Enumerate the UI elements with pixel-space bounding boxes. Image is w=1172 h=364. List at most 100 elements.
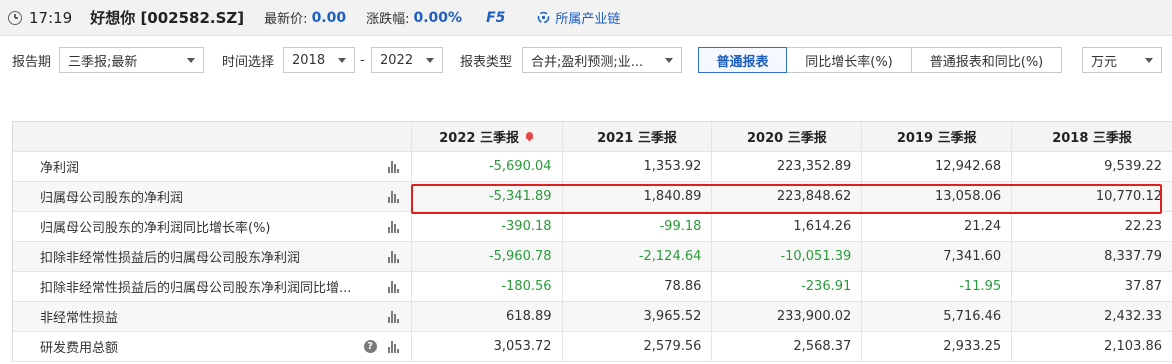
row-label: 净利润 [40,161,80,176]
latest-price-value: 0.00 [311,9,347,26]
unit-select[interactable]: 万元 [1082,47,1162,73]
value-cell: 2,103.86 [1104,339,1163,354]
row-label-cell: 净利润 [13,152,412,181]
period-select[interactable]: 三季报;最新 [59,47,204,73]
value-cell: 21.24 [862,212,1013,241]
value-cell: -390.18 [412,212,563,241]
value-cell: 78.86 [563,272,713,301]
row-label: 研发费用总额 [40,341,119,356]
value-cell: 13,058.06 [862,182,1013,211]
value-cell: -11.95 [862,272,1013,301]
bar-chart-icon[interactable] [387,251,400,263]
chevron-down-icon [665,58,673,63]
column-header-2021[interactable]: 2021 三季报 [563,122,713,151]
time-select-label: 时间选择 [222,54,275,70]
year-from-select[interactable]: 2018 [283,47,355,73]
row-label-cell: 非经常性损益 [13,302,412,331]
row-label: 归属母公司股东的净利润 [40,191,184,206]
filter-controls: 报告期 三季报;最新 时间选择 2018 - 2022 报表类型 合并;盈利预测… [0,47,1172,75]
value-cell: 223,352.89 [712,152,863,181]
value-cell: 12,942.68 [862,152,1013,181]
period-label: 报告期 [12,54,52,70]
value-cell: 1,353.92 [563,152,713,181]
industry-chain-link[interactable]: 所属产业链 [537,8,620,27]
table-row[interactable]: 研发费用总额? 3,053.72 2,579.56 2,568.37 2,933.25 2… [13,332,1172,362]
bar-chart-icon[interactable] [387,311,400,323]
bar-chart-icon[interactable] [387,221,400,233]
table-row[interactable]: 净利润 -5,690.04 1,353.92 223,352.89 12,942.68 9… [13,152,1172,182]
yoy-growth-button[interactable]: 同比增长率(%) [786,47,912,73]
value-cell: 1,840.89 [563,182,713,211]
row-label-cell: 研发费用总额? [13,332,412,361]
industry-chain-icon [538,11,550,24]
change-label: 涨跌幅: [366,12,410,27]
bar-chart-icon[interactable] [387,161,400,173]
row-label: 扣除非经常性损益后的归属母公司股东净利润同比增... [40,281,352,296]
value-cell: 10,770.12 [1095,189,1163,204]
table-row[interactable]: 归属母公司股东的净利润 -5,341.89 1,840.89 223,848.62 13… [13,182,1172,212]
value-cell: -5,341.89 [412,182,563,211]
header-label-cell [13,122,412,151]
time-display: 17:19 [29,8,73,27]
value-cell: 5,716.46 [862,302,1013,331]
value-cell: 233,900.02 [712,302,863,331]
latest-price-label: 最新价: [264,12,308,27]
industry-chain-label: 所属产业链 [555,12,621,27]
value-cell: 2,432.33 [1104,309,1163,324]
normal-report-button[interactable]: 普通报表 [698,47,787,73]
view-mode-buttons: 普通报表 同比增长率(%) 普通报表和同比(%) [698,47,1062,73]
value-cell: -10,051.39 [712,242,863,271]
table-row[interactable]: 归属母公司股东的净利润同比增长率(%) -390.18 -99.18 1,614.26… [13,212,1172,242]
table-row[interactable]: 非经常性损益 618.89 3,965.52 233,900.02 5,716.46 2,… [13,302,1172,332]
value-cell: 1,614.26 [712,212,863,241]
table-row[interactable]: 扣除非经常性损益后的归属母公司股东净利润同比增... -180.56 78.86 -2… [13,272,1172,302]
column-header-2018[interactable]: 2018 三季报 [1012,122,1172,151]
chevron-down-icon [426,58,434,63]
column-header-2022[interactable]: 2022 三季报 [412,122,563,151]
stock-name: 好想你 [002582.SZ] [90,9,245,27]
bar-chart-icon[interactable] [387,281,400,293]
bell-icon [525,131,534,142]
column-header-2019[interactable]: 2019 三季报 [862,122,1013,151]
report-type-value: 合并;盈利预测;业... [531,54,644,70]
f5-shortcut[interactable]: F5 [486,10,505,26]
year-to-select[interactable]: 2022 [371,47,443,73]
value-cell: 223,848.62 [712,182,863,211]
bar-chart-icon[interactable] [387,191,400,203]
value-cell: 7,341.60 [862,242,1013,271]
chevron-down-icon [1145,58,1153,63]
row-label: 扣除非经常性损益后的归属母公司股东净利润 [40,251,301,266]
help-icon[interactable]: ? [363,340,377,353]
row-label-cell: 扣除非经常性损益后的归属母公司股东净利润同比增... [13,272,412,301]
period-select-value: 三季报;最新 [68,54,138,70]
row-label-cell: 归属母公司股东的净利润 [13,182,412,211]
value-cell: 3,965.52 [563,302,713,331]
row-label: 归属母公司股东的净利润同比增长率(%) [40,221,271,236]
unit-select-value: 万元 [1091,54,1118,70]
value-cell: 37.87 [1124,279,1163,294]
clock-icon [8,10,22,25]
value-cell: 3,053.72 [412,332,563,361]
column-header-2020[interactable]: 2020 三季报 [712,122,863,151]
table-row[interactable]: 扣除非经常性损益后的归属母公司股东净利润 -5,960.78 -2,124.64 -1… [13,242,1172,272]
row-label: 非经常性损益 [40,311,119,326]
value-cell: -5,960.78 [412,242,563,271]
year-range-dash: - [360,52,365,68]
value-cell: 2,933.25 [862,332,1013,361]
year-to-value: 2022 [380,52,414,68]
value-cell: -2,124.64 [563,242,713,271]
normal-and-yoy-button[interactable]: 普通报表和同比(%) [911,47,1062,73]
chevron-down-icon [187,58,195,63]
table-header-row: 2022 三季报 2021 三季报 2020 三季报 2019 三季报 2018… [13,122,1172,152]
value-cell: 22.23 [1124,219,1163,234]
change-value: 0.00% [413,9,463,26]
bar-chart-icon[interactable] [387,341,400,353]
row-label-cell: 扣除非经常性损益后的归属母公司股东净利润 [13,242,412,271]
report-type-select[interactable]: 合并;盈利预测;业... [522,47,682,73]
value-cell: -180.56 [412,272,563,301]
financial-table: 2022 三季报 2021 三季报 2020 三季报 2019 三季报 2018… [12,121,1172,362]
column-header-label: 2022 三季报 [439,131,519,146]
value-cell: -236.91 [712,272,863,301]
value-cell: 2,579.56 [563,332,713,361]
row-label-cell: 归属母公司股东的净利润同比增长率(%) [13,212,412,241]
